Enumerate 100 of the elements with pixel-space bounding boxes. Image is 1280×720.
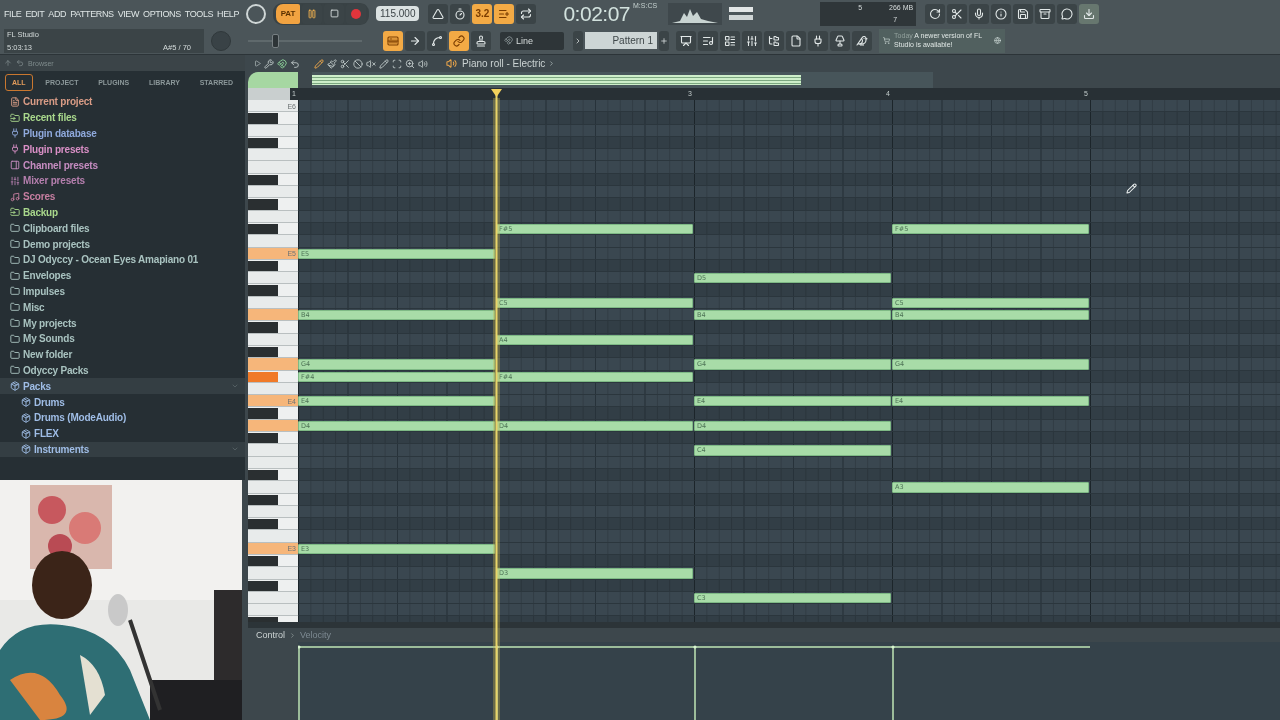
toolbar-toggle-button[interactable] xyxy=(449,30,469,51)
browser-item[interactable]: Impulses xyxy=(0,283,245,300)
browser-item-label: My Sounds xyxy=(23,333,76,345)
slider-thumb[interactable] xyxy=(272,33,280,48)
toolbar-button[interactable] xyxy=(1035,3,1056,24)
browser-item[interactable]: FLEX xyxy=(0,425,245,442)
level-bars-drawing xyxy=(729,4,756,23)
piano-key[interactable] xyxy=(248,432,298,445)
folder-icon xyxy=(10,349,20,360)
browser-item[interactable]: Recent files xyxy=(0,109,245,126)
piano-key[interactable] xyxy=(248,198,298,211)
browser-item[interactable]: Plugin presets xyxy=(0,141,245,158)
toolbar-toggle-button[interactable] xyxy=(471,30,491,51)
toolbar-toggle-button[interactable] xyxy=(427,30,447,51)
piano-key[interactable] xyxy=(248,284,298,297)
browser-item[interactable]: Channel presets xyxy=(0,157,245,173)
package-icon xyxy=(21,412,31,423)
browser-item[interactable]: Packs xyxy=(0,378,245,395)
toolbar-button[interactable] xyxy=(852,30,872,51)
piano-key[interactable] xyxy=(248,518,298,531)
ban-icon xyxy=(353,58,363,69)
ruler-corner xyxy=(248,88,290,100)
toolbar-toggle-button[interactable] xyxy=(405,30,425,51)
browser-item[interactable]: Drums (ModeAudio) xyxy=(0,409,245,426)
toolbar-button[interactable] xyxy=(698,30,718,51)
toolbar-button[interactable] xyxy=(742,30,762,51)
browser-item-label: DJ Odyccy - Ocean Eyes Amapiano 01 xyxy=(23,254,200,266)
piano-key[interactable] xyxy=(248,407,298,420)
toolbar-toggle-button[interactable] xyxy=(494,3,515,24)
menu-item[interactable]: EDIT xyxy=(25,8,45,19)
pattern-overview[interactable] xyxy=(312,72,933,88)
browser-item[interactable]: Mixer presets xyxy=(0,173,245,189)
folder-icon xyxy=(10,333,20,344)
browser-item[interactable]: Instruments xyxy=(0,441,245,458)
pattern-arrow-button[interactable] xyxy=(573,30,583,51)
toolbar-button[interactable] xyxy=(786,30,806,51)
pattern-mode-button[interactable]: PAT xyxy=(276,3,301,24)
browser-item[interactable]: Scores xyxy=(0,188,245,205)
toolbar-toggle-button[interactable] xyxy=(383,30,403,51)
browser-item[interactable]: My projects xyxy=(0,315,245,331)
menu-item[interactable]: OPTIONS xyxy=(143,8,181,19)
browser-item[interactable]: DJ Odyccy - Ocean Eyes Amapiano 01 xyxy=(0,251,245,268)
menu-item[interactable]: PATTERNS xyxy=(70,8,114,19)
browser-item-label: Misc xyxy=(23,301,46,313)
toolbar-button[interactable] xyxy=(808,30,828,51)
stop-icon xyxy=(329,9,339,18)
list-plus-icon xyxy=(498,7,511,20)
browser-item[interactable]: New folder xyxy=(0,346,245,363)
browser-item[interactable]: Drums xyxy=(0,394,245,410)
browser-item[interactable]: Misc xyxy=(0,299,245,316)
folder-icon xyxy=(10,286,20,297)
tool-mode-dropdown[interactable]: Line xyxy=(500,31,564,50)
toolbar-toggle-button[interactable] xyxy=(450,3,471,24)
mute-icon xyxy=(366,58,376,69)
browser-item[interactable]: Backup xyxy=(0,204,245,221)
browser-item[interactable]: Envelopes xyxy=(0,267,245,284)
browser-item[interactable]: Plugin database xyxy=(0,125,245,142)
browser-item[interactable]: My Sounds xyxy=(0,330,245,347)
pause-icon xyxy=(307,8,318,19)
toolbar-button[interactable] xyxy=(991,3,1012,24)
toolbar-toggle-button[interactable]: 3.2 xyxy=(472,3,493,24)
toolbar-toggle-button[interactable] xyxy=(428,3,449,24)
toolbar-button[interactable] xyxy=(969,3,990,24)
browser-item-label: Current project xyxy=(23,96,94,108)
menu-item[interactable]: TOOLS xyxy=(184,8,214,19)
package-icon xyxy=(21,397,31,408)
keyboard-icon xyxy=(387,34,399,47)
control-label[interactable]: Control xyxy=(256,630,285,640)
folder-icon xyxy=(10,270,20,281)
browser-item[interactable]: Demo projects xyxy=(0,236,245,252)
add-pattern-button[interactable] xyxy=(659,30,669,51)
menu-item[interactable]: HELP xyxy=(217,8,240,19)
browser-item[interactable]: Current project xyxy=(0,94,245,110)
tempo-field[interactable]: 115.000 xyxy=(376,6,420,21)
link-icon xyxy=(453,34,465,47)
pattern-selector[interactable]: Pattern 1 xyxy=(585,32,657,49)
toolbar-button[interactable] xyxy=(676,30,696,51)
velocity-lane[interactable] xyxy=(248,642,1280,720)
piano-key[interactable] xyxy=(248,112,298,125)
menu-item[interactable]: VIEW xyxy=(117,8,140,19)
toolbar-button[interactable] xyxy=(947,3,968,24)
toolbar-button[interactable] xyxy=(764,30,784,51)
menu-item[interactable]: ADD xyxy=(48,8,67,19)
control-target[interactable]: Velocity xyxy=(300,630,332,640)
menu-item[interactable]: FILE xyxy=(4,8,22,19)
panel-icon xyxy=(10,160,20,171)
browser-item[interactable]: Clipboard files xyxy=(0,220,245,237)
toolbar-button[interactable] xyxy=(1013,3,1034,24)
browser-item-label: Plugin database xyxy=(23,128,98,139)
toolbar-button[interactable] xyxy=(925,3,946,24)
browser-item[interactable]: Odyccy Packs xyxy=(0,362,245,379)
package-icon xyxy=(10,381,20,392)
piano-key[interactable] xyxy=(248,321,298,334)
toolbar-button[interactable] xyxy=(720,30,740,51)
toolbar-button[interactable] xyxy=(1057,3,1078,24)
browser-item-label: Packs xyxy=(23,380,52,392)
toolbar-button[interactable] xyxy=(830,30,850,51)
toolbar-button[interactable] xyxy=(1079,3,1100,24)
toolbar-toggle-button[interactable] xyxy=(516,3,537,24)
folder-tree-icon xyxy=(768,34,780,47)
